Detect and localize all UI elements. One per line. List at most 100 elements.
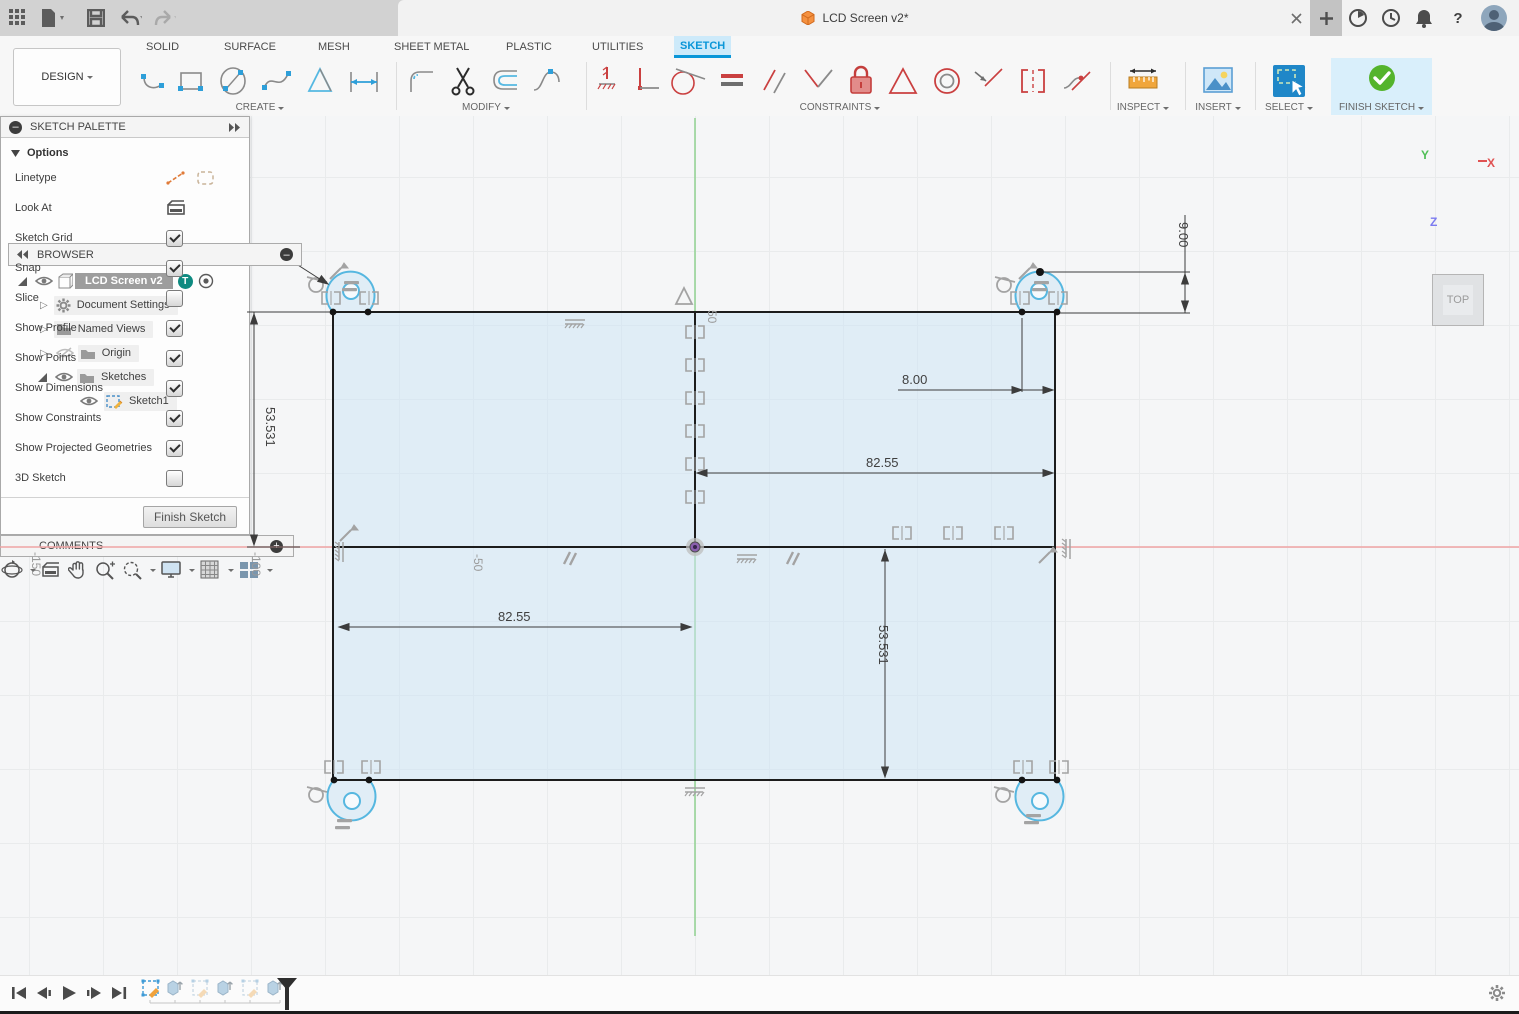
palette-footer: Finish Sketch (1, 497, 249, 534)
snap-checkbox[interactable] (166, 260, 183, 277)
timeline-feature-extrude2[interactable] (218, 981, 232, 995)
constraint-tangent[interactable] (668, 62, 706, 100)
palette-row-show-constraints: Show Constraints (1, 403, 249, 433)
show-points-checkbox[interactable] (166, 350, 183, 367)
tab-sheet-metal[interactable]: SHEET METAL (388, 36, 475, 58)
axis-x-tick (1478, 158, 1488, 164)
show-points-label: Show Points (15, 352, 76, 364)
tab-sketch[interactable]: SKETCH (674, 36, 731, 58)
user-avatar[interactable] (1481, 5, 1507, 31)
timeline-bar (0, 975, 1519, 1012)
modeling-canvas[interactable]: R4.00 9.00 8.00 82.55 53.531 82.55 53.53… (0, 116, 1519, 975)
undo-icon[interactable] (118, 6, 142, 30)
timeline-go-to-start-button[interactable] (8, 982, 30, 1004)
look-at-icon[interactable] (166, 200, 186, 216)
job-status-clock-icon[interactable] (1379, 6, 1403, 30)
tool-sketch-dimension[interactable] (344, 62, 382, 100)
constraint-equal[interactable] (714, 62, 752, 100)
show-constraints-checkbox[interactable] (166, 410, 183, 427)
construction-line-icon[interactable] (166, 170, 186, 186)
tab-mesh[interactable]: MESH (312, 36, 356, 58)
save-icon[interactable] (84, 6, 108, 30)
tab-surface[interactable]: SURFACE (218, 36, 282, 58)
redo-icon[interactable] (152, 6, 176, 30)
constraint-coincident[interactable] (588, 62, 626, 100)
view-cube-face[interactable]: TOP (1443, 285, 1473, 315)
tool-select[interactable] (1270, 62, 1308, 100)
tool-insert-image[interactable] (1199, 62, 1237, 100)
centerline-icon[interactable] (196, 170, 216, 186)
tool-break[interactable] (528, 62, 566, 100)
modify-dropdown[interactable]: MODIFY (446, 102, 526, 113)
tab-solid[interactable]: SOLID (140, 36, 185, 58)
create-dropdown[interactable]: CREATE (220, 102, 300, 113)
finish-sketch-dropdown[interactable]: FINISH SKETCH (1331, 102, 1432, 113)
constraint-perpendicular[interactable] (800, 62, 838, 100)
slice-checkbox[interactable] (166, 290, 183, 307)
timeline-step-back-button[interactable] (33, 982, 55, 1004)
tool-inspect-measure[interactable] (1124, 62, 1162, 100)
select-dropdown[interactable]: SELECT (1258, 102, 1320, 113)
tab-utilities[interactable]: UTILITIES (586, 36, 649, 58)
finish-sketch-palette-button[interactable]: Finish Sketch (143, 506, 237, 528)
tool-line[interactable] (134, 62, 172, 100)
new-tab-button[interactable] (1310, 0, 1342, 36)
help-icon[interactable]: ? (1446, 6, 1470, 30)
tool-fillet[interactable] (402, 62, 440, 100)
timeline-position-marker[interactable] (276, 976, 298, 1012)
notifications-bell-icon[interactable] (1412, 6, 1436, 30)
tab-plastic[interactable]: PLASTIC (500, 36, 558, 58)
tool-trim[interactable] (444, 62, 482, 100)
document-tab[interactable]: LCD Screen v2* (398, 0, 1312, 36)
constraint-symmetry[interactable] (1014, 62, 1052, 100)
constraint-midpoint[interactable] (970, 62, 1008, 100)
view-cube-face-label: TOP (1447, 294, 1469, 306)
show-dimensions-checkbox[interactable] (166, 380, 183, 397)
extensions-icon[interactable] (1346, 6, 1370, 30)
timeline-feature-sketch3[interactable] (242, 980, 259, 999)
show-projected-geometries-label: Show Projected Geometries (15, 442, 152, 454)
linetype-label: Linetype (15, 172, 57, 184)
timeline-go-to-end-button[interactable] (108, 982, 130, 1004)
3d-sketch-checkbox[interactable] (166, 470, 183, 487)
origin-point[interactable] (686, 538, 704, 556)
insert-dropdown[interactable]: INSERT (1190, 102, 1246, 113)
timeline-settings-gear-icon[interactable] (1488, 984, 1506, 1007)
app-grid-icon[interactable] (6, 6, 30, 30)
timeline-play-button[interactable] (58, 982, 80, 1004)
timeline-feature-sketch2[interactable] (192, 980, 209, 999)
snap-label: Snap (15, 262, 41, 274)
tool-offset[interactable] (486, 62, 524, 100)
tool-rectangle[interactable] (172, 62, 210, 100)
show-projected-geometries-checkbox[interactable] (166, 440, 183, 457)
palette-row-show-profile: Show Profile (1, 313, 249, 343)
timeline-feature-extrude1[interactable] (168, 981, 182, 995)
constraint-vertical-horizontal[interactable] (628, 62, 666, 100)
constraint-curvature[interactable] (1058, 62, 1096, 100)
constraint-fix[interactable] (842, 62, 880, 100)
design-label: DESIGN (41, 71, 83, 83)
constraint-parallel[interactable] (756, 62, 794, 100)
document-title: LCD Screen v2* (822, 11, 908, 25)
inspect-dropdown[interactable]: INSPECT (1113, 102, 1173, 113)
timeline-step-forward-button[interactable] (83, 982, 105, 1004)
show-profile-checkbox[interactable] (166, 320, 183, 337)
constraint-polygon[interactable] (884, 62, 922, 100)
palette-row-slice: Slice (1, 283, 249, 313)
file-menu-icon[interactable] (40, 6, 64, 30)
3d-sketch-label: 3D Sketch (15, 472, 66, 484)
sketch-grid-checkbox[interactable] (166, 230, 183, 247)
tool-circle[interactable] (214, 62, 252, 100)
tool-polygon[interactable] (302, 62, 340, 100)
tool-spline[interactable] (258, 62, 296, 100)
finish-sketch-button[interactable]: FINISH SKETCH (1331, 58, 1432, 115)
constraint-concentric[interactable] (928, 62, 966, 100)
close-tab-icon[interactable] (1284, 6, 1308, 30)
finish-sketch-label: FINISH SKETCH (1339, 102, 1415, 113)
browser-minimize-icon[interactable]: – (280, 248, 293, 261)
design-workspace-dropdown[interactable]: DESIGN (13, 48, 121, 106)
view-cube[interactable]: TOP (1432, 274, 1484, 326)
constraints-dropdown[interactable]: CONSTRAINTS (790, 102, 890, 113)
help-glyph: ? (1453, 10, 1462, 27)
timeline-feature-sketch1[interactable] (142, 980, 160, 999)
